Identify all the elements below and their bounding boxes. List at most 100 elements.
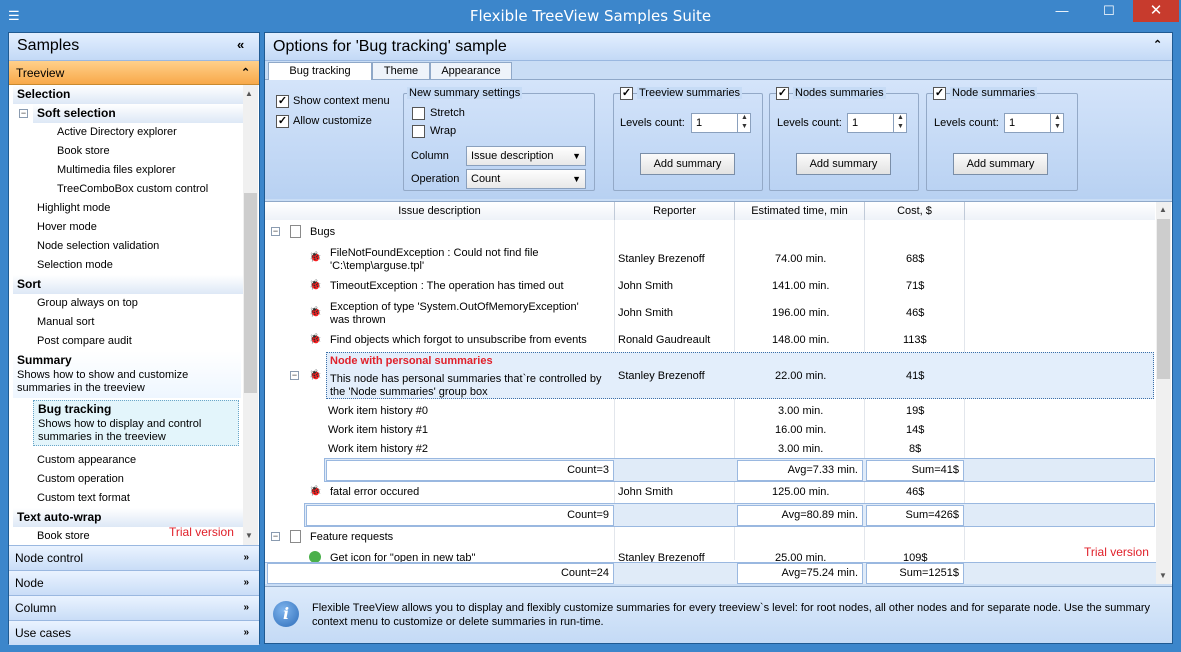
group-column[interactable]: Column » [9,595,259,620]
summary-count[interactable]: Count=3 [326,460,614,481]
chevron-down-icon[interactable]: » [243,571,249,595]
node-levels-spinner[interactable]: ▲ ▼ [1050,113,1064,133]
summary-avg[interactable]: Avg=80.89 min. [737,505,863,526]
nav-item-manual-sort[interactable]: Manual sort [37,313,94,332]
group-use-cases[interactable]: Use cases » [9,620,259,645]
column-header-estimated-time[interactable]: Estimated time, min [735,202,865,220]
options-collapse-icon[interactable]: ⌃ [1153,38,1162,51]
column-header-cost[interactable]: Cost, $ [865,202,965,220]
wrap-checkbox[interactable] [412,125,425,138]
nav-item-active-directory[interactable]: Active Directory explorer [57,123,177,142]
scroll-down-icon[interactable]: ▼ [245,531,253,540]
tree-row-history[interactable]: Work item history #0 [328,405,428,418]
summary-sum[interactable]: Sum=426$ [866,505,964,526]
nav-item-multimedia[interactable]: Multimedia files explorer [57,161,176,180]
tree-row-cost: 113$ [903,334,927,346]
node-summaries-checkbox[interactable]: ✓ [933,87,946,100]
nav-item-autowrap-book-store[interactable]: Book store [37,527,90,545]
nav-section-selection[interactable]: Selection [13,85,251,104]
maximize-button[interactable]: ☐ [1086,0,1132,22]
nav-item-book-store[interactable]: Book store [57,142,110,161]
bug-icon: 🐞 [309,280,322,291]
nav-item-node-selection-validation[interactable]: Node selection validation [37,237,159,256]
nav-item-treecombobox[interactable]: TreeComboBox custom control [57,180,208,199]
tree-row-time: 196.00 min. [772,307,830,319]
summary-avg[interactable]: Avg=7.33 min. [737,460,863,481]
summary-sum[interactable]: Sum=1251$ [866,563,964,584]
new-summary-title: New summary settings [407,87,523,99]
operation-select[interactable]: Count ▼ [466,169,586,189]
scroll-down-icon[interactable]: ▼ [1159,571,1167,580]
group-node[interactable]: Node » [9,570,259,595]
summary-count[interactable]: Count=9 [306,505,614,526]
column-header-issue-description[interactable]: Issue description [265,202,615,220]
summary-sum[interactable]: Sum=41$ [866,460,964,481]
scroll-up-icon[interactable]: ▲ [245,89,253,98]
sidebar-scrollbar[interactable]: ▲ ▼ [243,85,258,545]
nav-item-bug-tracking[interactable]: Bug tracking Shows how to display and co… [33,400,239,446]
scroll-up-icon[interactable]: ▲ [1159,205,1167,214]
close-button[interactable]: ✕ [1133,0,1179,22]
tree-node-bugs[interactable]: Bugs [310,226,335,239]
nav-item-selection-mode[interactable]: Selection mode [37,256,113,275]
treeview-summaries-checkbox[interactable]: ✓ [620,87,633,100]
column-select[interactable]: Issue description ▼ [466,146,586,166]
nav-section-soft-selection[interactable]: Soft selection [33,104,251,123]
group-treeview-label: Treeview [16,66,65,80]
collapse-icon[interactable]: − [290,371,299,380]
allow-customize-checkbox[interactable]: ✓ [276,115,289,128]
stretch-checkbox[interactable] [412,107,425,120]
grid-scroll-thumb[interactable] [1157,219,1170,379]
show-context-menu-checkbox[interactable]: ✓ [276,95,289,108]
collapse-icon[interactable]: − [19,109,28,118]
tree-row-reporter: Stanley Brezenoff [618,552,705,562]
summary-count[interactable]: Count=24 [267,563,614,584]
column-header-filler [965,202,1155,220]
chevron-down-icon[interactable]: » [243,546,249,570]
tree-row-time: 22.00 min. [775,370,827,382]
tab-appearance[interactable]: Appearance [430,62,512,79]
nav-item-custom-appearance[interactable]: Custom appearance [37,451,136,470]
tree-row-desc[interactable]: Exception of type 'System.OutOfMemoryExc… [330,301,600,327]
sidebar-scroll-thumb[interactable] [244,193,257,393]
trial-version-badge: Trial version [169,525,234,539]
column-header-reporter[interactable]: Reporter [615,202,735,220]
nav-item-custom-operation[interactable]: Custom operation [37,470,124,489]
chevron-down-icon[interactable]: » [243,621,249,645]
treeview-levels-spinner[interactable]: ▲ ▼ [737,113,751,133]
tab-bug-tracking[interactable]: Bug tracking [268,62,372,80]
sidebar-collapse-icon[interactable]: « [237,37,244,52]
operation-label: Operation [411,173,460,185]
tree-row-desc[interactable]: FileNotFoundException : Could not find f… [330,247,590,273]
nodes-summaries-checkbox[interactable]: ✓ [776,87,789,100]
tree-row-desc[interactable]: TimeoutException : The operation has tim… [330,280,564,293]
tree-row-cost: 41$ [906,370,925,382]
tree-row-desc[interactable]: fatal error occured [330,486,419,499]
nav-item-group-always-on-top[interactable]: Group always on top [37,294,138,313]
collapse-icon[interactable]: − [271,227,280,236]
tree-row-desc[interactable]: Find objects which forgot to unsubscribe… [330,334,587,347]
nav-item-hover-mode[interactable]: Hover mode [37,218,97,237]
tree-row-history[interactable]: Work item history #2 [328,443,428,456]
nav-section-summary[interactable]: Summary Shows how to show and customize … [13,351,241,398]
tree-node-feature-requests[interactable]: Feature requests [310,531,393,544]
group-node-control[interactable]: Node control » [9,545,259,570]
collapse-icon[interactable]: − [271,532,280,541]
node-add-summary-button[interactable]: Add summary [953,153,1048,175]
chevron-up-icon[interactable]: ⌃ [241,66,250,79]
treeview-add-summary-button[interactable]: Add summary [640,153,735,175]
nodes-add-summary-button[interactable]: Add summary [796,153,891,175]
nav-item-custom-text-format[interactable]: Custom text format [37,489,130,508]
tab-theme[interactable]: Theme [372,62,430,79]
grid-scrollbar[interactable]: ▲ ▼ [1156,202,1171,584]
tree-row-feature-clipped[interactable]: Get icon for "open in new tab" Stanley B… [265,548,1155,562]
nav-item-highlight-mode[interactable]: Highlight mode [37,199,110,218]
group-treeview[interactable]: Treeview ⌃ [9,61,259,85]
summary-avg[interactable]: Avg=75.24 min. [737,563,863,584]
nav-item-post-compare-audit[interactable]: Post compare audit [37,332,132,351]
chevron-down-icon[interactable]: » [243,596,249,620]
nodes-levels-spinner[interactable]: ▲ ▼ [893,113,907,133]
minimize-button[interactable]: — [1039,0,1085,22]
nav-section-sort[interactable]: Sort [13,275,251,294]
tree-row-history[interactable]: Work item history #1 [328,424,428,437]
